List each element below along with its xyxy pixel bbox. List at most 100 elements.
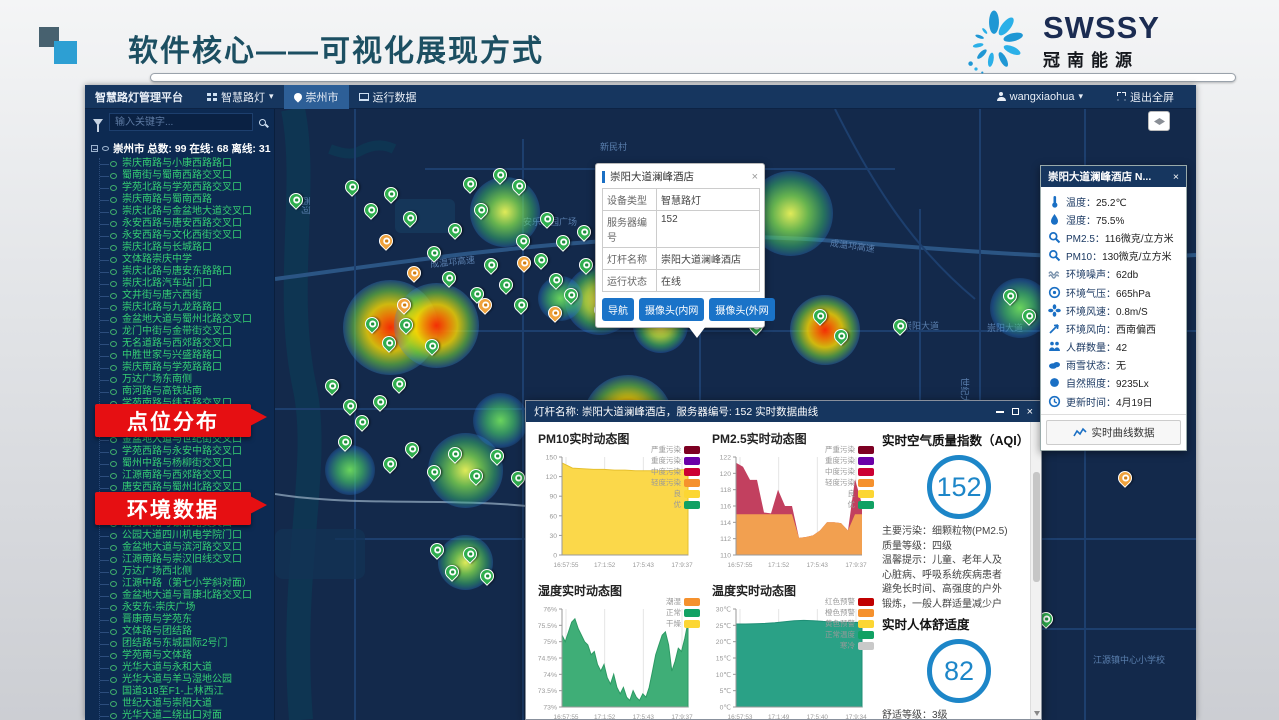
tree-item[interactable]: 团结路与东城国际2号门: [100, 638, 274, 650]
node-icon: [102, 146, 109, 151]
env-rows: 温度：25.2℃湿度：75.5%PM2.5：116微克/立方米PM10：130微…: [1041, 187, 1186, 414]
tree-item[interactable]: 国道318至F1-上林西江: [100, 686, 274, 698]
svg-text:120: 120: [720, 471, 732, 478]
tree-item[interactable]: 学苑西路与永安中路交叉口: [100, 446, 274, 458]
tree-item[interactable]: 万达广场东南侧: [100, 374, 274, 386]
legend-item: 寒冷: [825, 640, 874, 651]
tree-item[interactable]: 永安东-崇庆广场: [100, 602, 274, 614]
svg-text:0: 0: [553, 553, 557, 560]
close-icon[interactable]: ×: [1027, 407, 1033, 417]
tree-root[interactable]: 崇州市 总数: 99 在线: 68 离线: 31: [85, 135, 274, 158]
tree-item[interactable]: 崇庆北路与九龙路路口: [100, 302, 274, 314]
comfort-value: 82: [927, 639, 991, 703]
nav-item-city[interactable]: 崇州市: [284, 85, 349, 109]
environment-panel: 崇阳大道澜峰酒店 N... × 温度：25.2℃湿度：75.5%PM2.5：11…: [1040, 165, 1187, 451]
tree-item[interactable]: 崇庆南路与小康西路路口: [100, 158, 274, 170]
layers-button[interactable]: [1148, 111, 1170, 131]
restore-icon[interactable]: [1012, 408, 1019, 415]
tree-item[interactable]: 崇庆南路与学苑路路口: [100, 362, 274, 374]
tree-item[interactable]: 金盆地大道与晋康北路交叉口: [100, 590, 274, 602]
collapse-icon[interactable]: [91, 145, 98, 152]
chevron-down-icon: ▾: [1078, 92, 1083, 101]
tree-item[interactable]: 永安西路与文化西街交叉口: [100, 230, 274, 242]
camera-external-button[interactable]: 摄像头(外网: [709, 298, 774, 321]
tree-item[interactable]: 永安西路与唐安西路交叉口: [100, 218, 274, 230]
filter-icon[interactable]: [93, 119, 103, 126]
legend-item: 重度污染: [651, 455, 700, 466]
tree-item[interactable]: 崇庆北路与金盆地大道交叉口: [100, 206, 274, 218]
svg-text:75%: 75%: [543, 639, 557, 646]
tree-item[interactable]: 光华大道与羊马湿地公园: [100, 674, 274, 686]
tree-item[interactable]: 光华大道二绕出口对面: [100, 710, 274, 720]
tree-item[interactable]: 江源南路与崇汉旧线交叉口: [100, 554, 274, 566]
callout-environment-data: 环境数据: [95, 492, 251, 525]
tree-item[interactable]: 世纪大道与崇阳大道: [100, 698, 274, 710]
tree-item[interactable]: 文体路与团结路: [100, 626, 274, 638]
svg-text:114: 114: [720, 520, 731, 527]
popup-title: 崇阳大道澜峰酒店: [610, 169, 752, 184]
search-input[interactable]: [109, 113, 253, 131]
navigate-button[interactable]: 导航: [602, 298, 634, 321]
tree-item[interactable]: 文体路崇庆中学: [100, 254, 274, 266]
env-panel-title: 崇阳大道澜峰酒店 N...: [1048, 169, 1151, 184]
svg-text:17:1:52: 17:1:52: [594, 562, 616, 569]
legend-item: 良: [651, 488, 700, 499]
svg-text:16:57:55: 16:57:55: [728, 562, 753, 569]
description-line: 避免长时间、高强度的户外: [882, 583, 1036, 598]
gauge-icon: [1048, 286, 1061, 299]
realtime-curve-button[interactable]: 实时曲线数据: [1046, 420, 1181, 445]
svg-text:17:1:52: 17:1:52: [594, 714, 616, 720]
nav-item-running-data[interactable]: 运行数据: [349, 85, 427, 109]
svg-text:122: 122: [720, 455, 732, 462]
scrollbar[interactable]: [1030, 422, 1041, 719]
svg-text:120: 120: [546, 474, 558, 481]
tree-item[interactable]: 崇庆北路与唐安东路路口: [100, 266, 274, 278]
location-pin-icon: [292, 91, 303, 102]
tree-item[interactable]: 南河路与高铁站南: [100, 386, 274, 398]
search-icon[interactable]: [259, 119, 266, 126]
tree-item[interactable]: 江源南路与西郊路交叉口: [100, 470, 274, 482]
svg-text:116: 116: [720, 504, 731, 511]
tree-item[interactable]: 龙门中街与金带街交叉口: [100, 326, 274, 338]
tree-item[interactable]: 金盆地大道与蜀州北路交叉口: [100, 314, 274, 326]
svg-text:74.5%: 74.5%: [538, 656, 557, 663]
close-icon[interactable]: ×: [752, 172, 758, 182]
svg-text:75.5%: 75.5%: [538, 623, 557, 630]
legend-item: 黄色预警: [825, 618, 874, 629]
tree-item[interactable]: 学苑南与文体路: [100, 650, 274, 662]
tree-item[interactable]: 中胜世家与兴盛路路口: [100, 350, 274, 362]
svg-text:118: 118: [720, 487, 731, 494]
tree-item[interactable]: 蜀南街与蜀南西路交叉口: [100, 170, 274, 182]
tree-item[interactable]: 崇庆北路汽车站门口: [100, 278, 274, 290]
tree-item[interactable]: 光华大道与永和大道: [100, 662, 274, 674]
tree-item[interactable]: 无名道路与西郊路交叉口: [100, 338, 274, 350]
svg-text:20℃: 20℃: [716, 639, 732, 646]
tree-item[interactable]: 公园大道四川机电学院门口: [100, 530, 274, 542]
tree-item[interactable]: 金盆地大道与滨河路交叉口: [100, 542, 274, 554]
legend-item: 重度污染: [825, 455, 874, 466]
scrollbar-thumb[interactable]: [1033, 472, 1040, 582]
tree-item[interactable]: 文井街与唐六西街: [100, 290, 274, 302]
grid-icon: [207, 93, 217, 101]
comfort-description: 舒适等级：3级温馨提示：人体感觉炎热，很不舒适，请注意防暑降温：: [882, 709, 1036, 720]
tree-item[interactable]: 万达广场西北侧: [100, 566, 274, 578]
tree-item[interactable]: 江源中路（第七小学斜对面）: [100, 578, 274, 590]
tree-item[interactable]: 蜀州中路与杨柳街交叉口: [100, 458, 274, 470]
tree-item[interactable]: 晋康南与学苑东: [100, 614, 274, 626]
env-row-magnifier: PM10：130微克/立方米: [1048, 247, 1179, 265]
minimize-icon[interactable]: [996, 411, 1004, 413]
chart-pm25: PM2.5实时动态图严重污染重度污染中度污染轻度污染良优16:57:5517:1…: [706, 426, 876, 576]
app-window: 成温邛高速成温邛高速新民村安乐花园广场崇阳大道崇阳大道世纪大道西河江源镇中心小学…: [85, 85, 1196, 720]
tree-item[interactable]: 学苑北路与学苑西路交叉口: [100, 182, 274, 194]
user-menu[interactable]: wangxiaohua ▾: [987, 85, 1093, 109]
nav-item-streetlights[interactable]: 智慧路灯 ▾: [197, 85, 284, 109]
chart-legend: 潮湿正常干燥: [666, 596, 700, 629]
camera-internal-button[interactable]: 摄像头(内网: [639, 298, 704, 321]
tree-item[interactable]: 崇庆南路与蜀南西路: [100, 194, 274, 206]
description-line: 主要污染：细颗粒物(PM2.5): [882, 525, 1036, 540]
env-row-thermometer: 温度：25.2℃: [1048, 192, 1179, 210]
close-icon[interactable]: ×: [1173, 171, 1179, 183]
tree-item[interactable]: 崇庆北路与长城路口: [100, 242, 274, 254]
exit-fullscreen-button[interactable]: 退出全屏: [1107, 85, 1184, 109]
clock-icon: [1048, 395, 1061, 408]
